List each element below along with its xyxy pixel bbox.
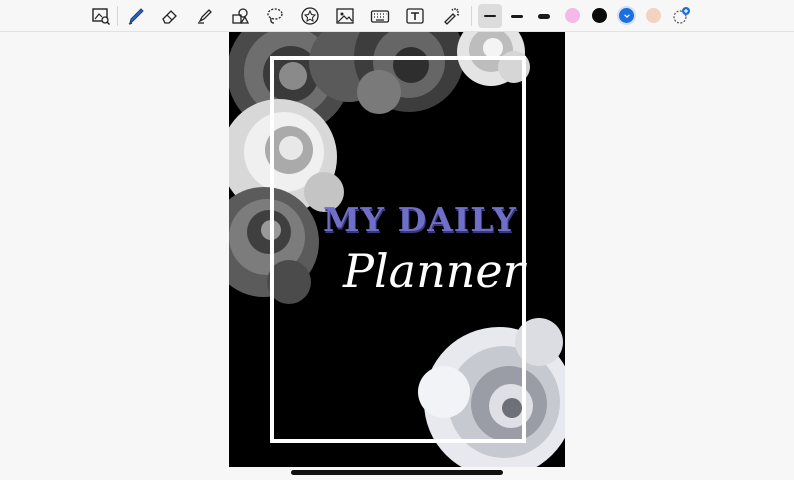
color-swatch-blue-selected[interactable] — [617, 6, 636, 25]
stroke-size-thick[interactable] — [532, 4, 556, 28]
eraser-icon[interactable] — [158, 4, 182, 28]
laser-pointer-icon[interactable] — [439, 4, 463, 28]
star-sticker-icon[interactable] — [298, 4, 322, 28]
home-indicator[interactable] — [291, 470, 503, 475]
color-swatch-black[interactable] — [592, 8, 607, 23]
highlighter-icon[interactable] — [193, 4, 217, 28]
planner-title-line1: MY DAILY — [323, 200, 517, 239]
planner-page[interactable]: MY DAILY Planner — [229, 32, 565, 467]
pen-icon[interactable] — [124, 4, 148, 28]
image-magnifier-icon[interactable] — [89, 4, 113, 28]
add-color-button[interactable] — [669, 4, 693, 28]
stroke-size-thin[interactable] — [478, 4, 502, 28]
chevron-down-icon — [623, 13, 630, 18]
toolbar-divider — [471, 6, 472, 26]
toolbar-divider — [117, 6, 118, 26]
text-box-icon[interactable] — [403, 4, 427, 28]
shapes-icon[interactable] — [228, 4, 252, 28]
toolbar — [0, 0, 794, 32]
color-swatch-peach[interactable] — [646, 8, 661, 23]
keyboard-icon[interactable] — [368, 4, 392, 28]
image-icon[interactable] — [333, 4, 357, 28]
add-color-icon — [673, 7, 690, 24]
stroke-size-medium[interactable] — [505, 4, 529, 28]
lasso-icon[interactable] — [263, 4, 287, 28]
planner-title-line2: Planner — [343, 244, 525, 298]
color-swatch-pink[interactable] — [565, 8, 580, 23]
